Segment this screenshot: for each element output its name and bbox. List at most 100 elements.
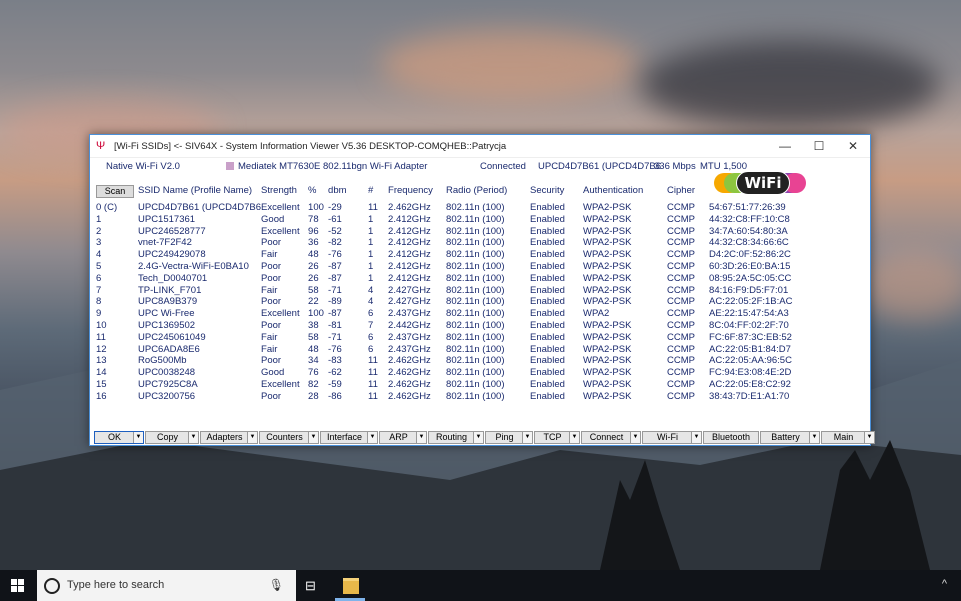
- table-row[interactable]: 3 vnet-7F2F42 Poor 36 -82 1 2.412GHz 802.11n (1…: [96, 237, 799, 249]
- row-security: Enabled: [530, 331, 565, 343]
- row-cipher: CCMP: [667, 331, 696, 343]
- row-mac: 44:32:C8:FF:10:C8: [709, 213, 790, 225]
- row-strength: Fair: [261, 343, 278, 355]
- button-label: Battery: [771, 432, 800, 442]
- dropdown-arrow-icon[interactable]: ▼: [691, 432, 701, 443]
- row-frequency: 2.412GHz: [388, 225, 431, 237]
- col-strength[interactable]: Strength: [261, 184, 308, 202]
- row-index: 11: [96, 331, 106, 343]
- row-index: 15: [96, 378, 107, 390]
- dropdown-arrow-icon[interactable]: ▼: [522, 432, 532, 443]
- counters-button[interactable]: Counters ▼: [259, 431, 319, 444]
- siv-window: Ψ [Wi-Fi SSIDs] <- SIV64X - System Infor…: [89, 134, 875, 446]
- row-mac: AC:22:05:E8:C2:92: [709, 378, 791, 390]
- row-index: 3: [96, 237, 102, 249]
- row-channel: 1: [368, 225, 374, 237]
- row-radio: 802.11n (100): [446, 331, 505, 343]
- dropdown-arrow-icon[interactable]: ▼: [367, 432, 377, 443]
- main-button[interactable]: Main ▼: [821, 431, 875, 444]
- row-ssid: UPC246528777: [138, 225, 206, 237]
- table-row[interactable]: 9 UPC Wi-Free Excellent 100 -87 6 2.437GHz 802.…: [96, 308, 799, 320]
- dropdown-arrow-icon[interactable]: ▼: [569, 432, 579, 443]
- table-row[interactable]: 11 UPC245061049 Fair 58 -71 6 2.437GHz 802.11n …: [96, 332, 799, 344]
- row-security: Enabled: [530, 237, 565, 249]
- row-cipher: CCMP: [667, 202, 696, 213]
- row-percent: 22: [308, 296, 319, 308]
- ssid-table: SSID Name (Profile Name) Strength % dbm …: [96, 184, 799, 403]
- col-radio[interactable]: Radio (Period): [446, 184, 530, 202]
- row-ssid: UPC6ADA8E6: [138, 343, 200, 355]
- row-cipher: CCMP: [667, 367, 696, 379]
- windows-start-icon[interactable]: [11, 579, 25, 593]
- table-row[interactable]: 6 Tech_D0040701 Poor 26 -87 1 2.412GHz 802.11n …: [96, 273, 799, 285]
- dropdown-arrow-icon[interactable]: ▼: [247, 432, 257, 443]
- table-row[interactable]: 1 UPC1517361 Good 78 -61 1 2.412GHz 802.11n (10…: [96, 214, 799, 226]
- table-row[interactable]: 14 UPC0038248 Good 76 -62 11 2.462GHz 802.11n (…: [96, 367, 799, 379]
- table-row[interactable]: 13 RoG500Mb Poor 34 -83 11 2.462GHz 802.11n (10…: [96, 355, 799, 367]
- row-percent: 26: [308, 260, 319, 272]
- table-row[interactable]: 7 TP-LINK_F701 Fair 58 -71 4 2.427GHz 802.11n (…: [96, 285, 799, 297]
- row-channel: 1: [368, 213, 374, 225]
- col-dbm[interactable]: dbm: [328, 184, 368, 202]
- arp-button[interactable]: ARP ▼: [379, 431, 427, 444]
- connect-button[interactable]: Connect ▼: [581, 431, 641, 444]
- row-dbm: -76: [328, 343, 342, 355]
- routing-button[interactable]: Routing ▼: [428, 431, 484, 444]
- row-index: 12: [96, 343, 107, 355]
- col-percent[interactable]: %: [308, 184, 328, 202]
- row-index: 2: [96, 225, 102, 237]
- minimize-button[interactable]: —: [768, 139, 802, 153]
- table-row[interactable]: 16 UPC3200756 Poor 28 -86 11 2.462GHz 802.11n (…: [96, 391, 799, 403]
- table-row[interactable]: 2 UPC246528777 Excellent 96 -52 1 2.412GHz 802.…: [96, 226, 799, 238]
- col-authentication[interactable]: Authentication: [583, 184, 667, 202]
- taskbar-search[interactable]: Type here to search 🎙: [37, 570, 296, 601]
- table-header: SSID Name (Profile Name) Strength % dbm …: [96, 184, 799, 202]
- col-channel[interactable]: #: [368, 184, 388, 202]
- col-cipher[interactable]: Cipher: [667, 184, 709, 202]
- dropdown-arrow-icon[interactable]: ▼: [416, 432, 426, 443]
- table-row[interactable]: 10 UPC1369502 Poor 38 -81 7 2.442GHz 802.11n (1…: [96, 320, 799, 332]
- button-label: Main: [833, 432, 854, 442]
- dropdown-arrow-icon[interactable]: ▼: [630, 432, 640, 443]
- title-bar[interactable]: Ψ [Wi-Fi SSIDs] <- SIV64X - System Infor…: [90, 135, 870, 158]
- row-strength: Excellent: [261, 202, 300, 213]
- microphone-icon[interactable]: 🎙: [269, 578, 284, 592]
- dropdown-arrow-icon[interactable]: ▼: [133, 432, 143, 443]
- maximize-button[interactable]: ☐: [802, 139, 836, 153]
- row-cipher: CCMP: [667, 272, 696, 284]
- table-row[interactable]: 8 UPC8A9B379 Poor 22 -89 4 2.427GHz 802.11n (10…: [96, 296, 799, 308]
- col-ssid[interactable]: SSID Name (Profile Name): [138, 184, 261, 202]
- wi-fi-button[interactable]: Wi-Fi ▼: [642, 431, 702, 444]
- ping-button[interactable]: Ping ▼: [485, 431, 533, 444]
- tray-chevron-icon[interactable]: ^: [942, 578, 947, 590]
- row-security: Enabled: [530, 272, 565, 284]
- row-index: 4: [96, 249, 102, 261]
- bluetooth-button[interactable]: Bluetooth: [703, 431, 759, 444]
- interface-button[interactable]: Interface ▼: [320, 431, 378, 444]
- dropdown-arrow-icon[interactable]: ▼: [308, 432, 318, 443]
- tcp-button[interactable]: TCP ▼: [534, 431, 580, 444]
- button-label: Adapters: [206, 432, 243, 442]
- table-row[interactable]: 0 (C) UPCD4D7B61 (UPCD4D7B6 Excellent 100 -2…: [96, 202, 799, 214]
- button-label: ARP: [389, 432, 408, 442]
- battery-button[interactable]: Battery ▼: [760, 431, 820, 444]
- table-row[interactable]: 4 UPC249429078 Fair 48 -76 1 2.412GHz 802.11n (…: [96, 249, 799, 261]
- ok-button[interactable]: OK ▼: [94, 431, 144, 444]
- table-row[interactable]: 5 2.4G-Vectra-WiFi-E0BA10 Poor 26 -87 1 2.412G…: [96, 261, 799, 273]
- dropdown-arrow-icon[interactable]: ▼: [809, 432, 819, 443]
- task-view-icon[interactable]: ⊟: [305, 578, 316, 594]
- cortana-icon[interactable]: [44, 578, 60, 594]
- adapters-button[interactable]: Adapters ▼: [200, 431, 258, 444]
- dropdown-arrow-icon[interactable]: ▼: [188, 432, 198, 443]
- dropdown-arrow-icon[interactable]: ▼: [473, 432, 483, 443]
- search-placeholder[interactable]: Type here to search: [67, 579, 164, 591]
- row-percent: 76: [308, 367, 319, 379]
- table-row[interactable]: 15 UPC7925C8A Excellent 82 -59 11 2.462GHz 802.…: [96, 379, 799, 391]
- close-button[interactable]: ✕: [836, 139, 870, 153]
- copy-button[interactable]: Copy ▼: [145, 431, 199, 444]
- file-explorer-icon[interactable]: [343, 578, 359, 594]
- col-security[interactable]: Security: [530, 184, 583, 202]
- table-row[interactable]: 12 UPC6ADA8E6 Fair 48 -76 6 2.437GHz 802.11n (1…: [96, 344, 799, 356]
- col-frequency[interactable]: Frequency: [388, 184, 446, 202]
- dropdown-arrow-icon[interactable]: ▼: [864, 432, 874, 443]
